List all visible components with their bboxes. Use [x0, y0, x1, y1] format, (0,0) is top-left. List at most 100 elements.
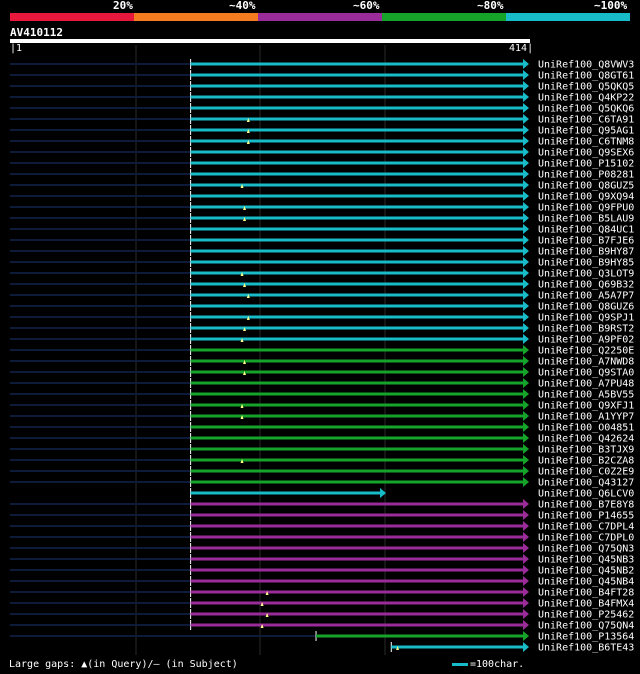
- hit-label[interactable]: UniRef100_Q9XFJ1: [538, 401, 634, 412]
- hit-row[interactable]: UniRef100_B4FT28: [10, 587, 634, 599]
- hit-label[interactable]: UniRef100_A7NWD8: [538, 357, 634, 368]
- hit-row[interactable]: UniRef100_A7PU48: [10, 378, 634, 390]
- hit-label[interactable]: UniRef100_A7PU48: [538, 379, 634, 390]
- hit-row[interactable]: UniRef100_B2CZA8: [10, 455, 634, 467]
- hit-label[interactable]: UniRef100_Q9SEX6: [538, 148, 634, 159]
- hit-label[interactable]: UniRef100_C6TA91: [538, 115, 634, 126]
- hit-label[interactable]: UniRef100_A1YYP7: [538, 412, 634, 423]
- hit-row[interactable]: UniRef100_C0Z2E9: [10, 466, 634, 478]
- hit-row[interactable]: UniRef100_Q6LCV0: [190, 488, 635, 500]
- hit-row[interactable]: UniRef100_Q45NB3: [10, 554, 634, 566]
- hit-label[interactable]: UniRef100_C0Z2E9: [538, 467, 634, 478]
- hit-label[interactable]: UniRef100_P08281: [538, 170, 634, 181]
- hit-row[interactable]: UniRef100_Q3LOT9: [10, 268, 634, 280]
- hit-label[interactable]: UniRef100_A9PF02: [538, 335, 634, 346]
- hit-label[interactable]: UniRef100_C6TNM8: [538, 137, 634, 148]
- hit-label[interactable]: UniRef100_B3TJX9: [538, 445, 634, 456]
- hit-label[interactable]: UniRef100_P13564: [538, 632, 634, 643]
- hit-label[interactable]: UniRef100_B9HY85: [538, 258, 634, 269]
- hit-label[interactable]: UniRef100_Q45NB3: [538, 555, 634, 566]
- hit-row[interactable]: UniRef100_C7DPL0: [10, 532, 634, 544]
- hit-row[interactable]: UniRef100_P15102: [10, 158, 634, 170]
- hit-row[interactable]: UniRef100_B3TJX9: [10, 444, 634, 456]
- hit-row[interactable]: UniRef100_Q95AG1: [10, 125, 634, 137]
- hit-row[interactable]: UniRef100_B6TE43: [390, 642, 634, 654]
- hit-label[interactable]: UniRef100_Q4KP22: [538, 93, 634, 104]
- hit-label[interactable]: UniRef100_Q3LOT9: [538, 269, 634, 280]
- hit-row[interactable]: UniRef100_Q8GUZ6: [10, 301, 634, 313]
- hit-row[interactable]: UniRef100_C7DPL4: [10, 521, 634, 533]
- hit-row[interactable]: UniRef100_A5A7P7: [10, 290, 634, 302]
- hit-label[interactable]: UniRef100_Q9STA0: [538, 368, 634, 379]
- hit-label[interactable]: UniRef100_B5LAU9: [538, 214, 634, 225]
- hit-row[interactable]: UniRef100_B5LAU9: [10, 213, 634, 225]
- hit-label[interactable]: UniRef100_Q45NB4: [538, 577, 634, 588]
- hit-label[interactable]: UniRef100_A5A7P7: [538, 291, 634, 302]
- hit-row[interactable]: UniRef100_Q8GUZ5: [10, 180, 634, 192]
- hit-label[interactable]: UniRef100_Q9FPU0: [538, 203, 634, 214]
- hit-label[interactable]: UniRef100_Q75QN3: [538, 544, 634, 555]
- hit-row[interactable]: UniRef100_Q75QN3: [10, 543, 634, 555]
- hit-row[interactable]: UniRef100_C6TNM8: [10, 136, 634, 148]
- hit-label[interactable]: UniRef100_Q8GUZ5: [538, 181, 634, 192]
- hit-row[interactable]: UniRef100_Q9FPU0: [10, 202, 634, 214]
- hit-label[interactable]: UniRef100_Q42624: [538, 434, 634, 445]
- hit-row[interactable]: UniRef100_B4FMX4: [10, 598, 634, 610]
- hit-label[interactable]: UniRef100_Q8VWV3: [538, 60, 634, 71]
- hit-label[interactable]: UniRef100_O04851: [538, 423, 634, 434]
- hit-row[interactable]: UniRef100_A5BV55: [10, 389, 634, 401]
- hit-label[interactable]: UniRef100_Q8GT61: [538, 71, 634, 82]
- hit-row[interactable]: UniRef100_Q45NB2: [10, 565, 634, 577]
- hit-row[interactable]: UniRef100_Q8VWV3: [10, 59, 634, 71]
- hit-label[interactable]: UniRef100_Q69B32: [538, 280, 634, 291]
- hit-row[interactable]: UniRef100_Q42624: [10, 433, 634, 445]
- hit-row[interactable]: UniRef100_Q84UC1: [10, 224, 634, 236]
- hit-row[interactable]: UniRef100_C6TA91: [10, 114, 634, 126]
- hit-label[interactable]: UniRef100_Q6LCV0: [538, 489, 634, 500]
- hit-label[interactable]: UniRef100_B4FMX4: [538, 599, 634, 610]
- hit-row[interactable]: UniRef100_Q4KP22: [10, 92, 634, 104]
- hit-row[interactable]: UniRef100_Q2250E: [10, 345, 634, 357]
- hit-label[interactable]: UniRef100_Q43127: [538, 478, 634, 489]
- hit-label[interactable]: UniRef100_C7DPL4: [538, 522, 634, 533]
- hit-label[interactable]: UniRef100_B4FT28: [538, 588, 634, 599]
- hit-row[interactable]: UniRef100_Q43127: [10, 477, 634, 489]
- hit-row[interactable]: UniRef100_P13564: [10, 631, 634, 643]
- hit-row[interactable]: UniRef100_Q9STA0: [10, 367, 634, 379]
- hit-row[interactable]: UniRef100_O04851: [10, 422, 634, 434]
- hit-label[interactable]: UniRef100_Q2250E: [538, 346, 634, 357]
- hit-row[interactable]: UniRef100_Q75QN4: [10, 620, 634, 632]
- hit-label[interactable]: UniRef100_Q5QKQ6: [538, 104, 634, 115]
- hit-label[interactable]: UniRef100_P25462: [538, 610, 634, 621]
- hit-row[interactable]: UniRef100_A7NWD8: [10, 356, 634, 368]
- hit-label[interactable]: UniRef100_B9RST2: [538, 324, 634, 335]
- hit-row[interactable]: UniRef100_A1YYP7: [10, 411, 634, 423]
- hit-row[interactable]: UniRef100_B7E8Y8: [10, 499, 634, 511]
- hit-row[interactable]: UniRef100_B9RST2: [10, 323, 634, 335]
- hit-label[interactable]: UniRef100_P14655: [538, 511, 634, 522]
- hit-row[interactable]: UniRef100_Q69B32: [10, 279, 634, 291]
- hit-row[interactable]: UniRef100_B9HY87: [10, 246, 634, 258]
- hit-row[interactable]: UniRef100_A9PF02: [10, 334, 634, 346]
- hit-label[interactable]: UniRef100_Q9SPJ1: [538, 313, 634, 324]
- hit-label[interactable]: UniRef100_B6TE43: [538, 643, 634, 654]
- hit-label[interactable]: UniRef100_Q45NB2: [538, 566, 634, 577]
- hit-label[interactable]: UniRef100_B7E8Y8: [538, 500, 634, 511]
- hit-row[interactable]: UniRef100_Q9SEX6: [10, 147, 634, 159]
- hit-row[interactable]: UniRef100_Q9XFJ1: [10, 400, 634, 412]
- hit-row[interactable]: UniRef100_Q8GT61: [10, 70, 634, 82]
- hit-label[interactable]: UniRef100_Q84UC1: [538, 225, 634, 236]
- hit-row[interactable]: UniRef100_Q9SPJ1: [10, 312, 634, 324]
- hit-label[interactable]: UniRef100_C7DPL0: [538, 533, 634, 544]
- hit-row[interactable]: UniRef100_Q9XQ94: [10, 191, 634, 203]
- hit-row[interactable]: UniRef100_Q5QKQ5: [10, 81, 634, 93]
- hit-label[interactable]: UniRef100_B2CZA8: [538, 456, 634, 467]
- hit-label[interactable]: UniRef100_Q9XQ94: [538, 192, 634, 203]
- hit-label[interactable]: UniRef100_Q8GUZ6: [538, 302, 634, 313]
- hit-label[interactable]: UniRef100_Q5QKQ5: [538, 82, 634, 93]
- hit-row[interactable]: UniRef100_P08281: [10, 169, 634, 181]
- hit-row[interactable]: UniRef100_B9HY85: [10, 257, 634, 269]
- hit-label[interactable]: UniRef100_B9HY87: [538, 247, 634, 258]
- hit-label[interactable]: UniRef100_Q95AG1: [538, 126, 634, 137]
- hit-row[interactable]: UniRef100_P25462: [10, 609, 634, 621]
